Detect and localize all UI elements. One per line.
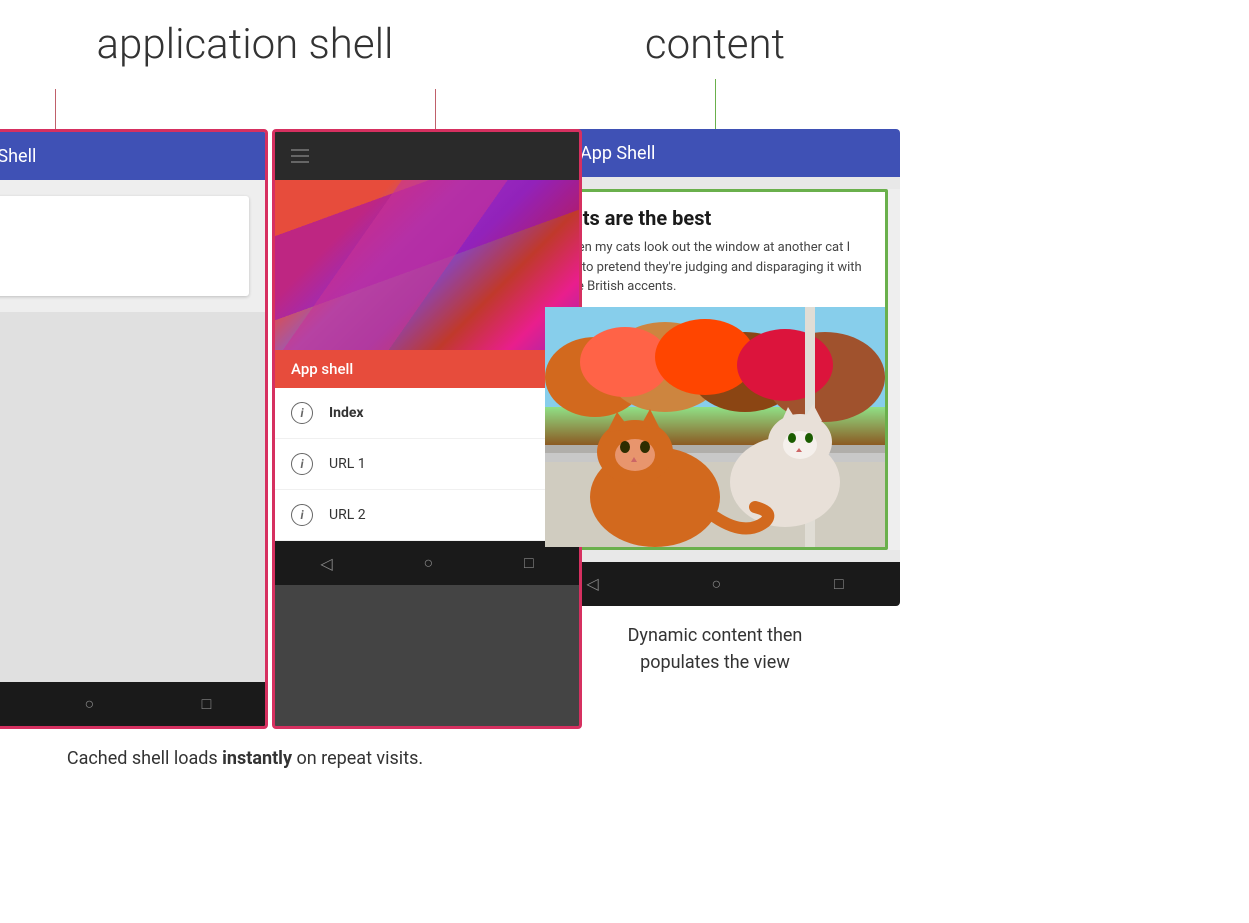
phone1-content [0,180,265,312]
info-icon-1: i [291,453,313,475]
phone3-content: Cats are the best When my cats look out … [530,189,900,550]
left-connector-line [55,89,56,129]
right-caption: Dynamic content then populates the view [628,622,803,676]
right-caption-line1: Dynamic content then [628,625,803,646]
right-header: content [645,20,785,69]
phone1-card [0,196,249,296]
phone1-body [0,312,265,682]
drawer-items: i Index i URL 1 i URL 2 [275,388,579,541]
left-caption: Cached shell loads instantly on repeat v… [67,745,423,772]
caption-bold: instantly [222,748,292,769]
home-btn-2[interactable]: ○ [423,553,433,573]
left-section: application shell App Shell [30,20,460,772]
phone-2: App shell i Index i URL 1 i URL 2 [272,129,582,729]
content-box-green: Cats are the best When my cats look out … [542,189,888,550]
article-title: Cats are the best [545,192,885,238]
phones-group: App Shell ◁ ○ □ [0,129,582,729]
phone3-nav: ◁ ○ □ [530,562,900,606]
phone3-appbar: App Shell [530,129,900,177]
middle-connector-line [435,89,436,129]
back-btn-2[interactable]: ◁ [320,554,332,573]
phone1-title: App Shell [0,146,36,167]
drawer-item-2[interactable]: i URL 2 [275,490,579,541]
recent-btn-3[interactable]: □ [834,574,844,594]
back-btn-3[interactable]: ◁ [586,574,598,593]
phone-1: App Shell ◁ ○ □ [0,129,268,729]
phone2-nav: ◁ ○ □ [275,541,579,585]
colorful-header [275,180,579,350]
info-icon-0: i [291,402,313,424]
caption-prefix: Cached shell loads [67,748,222,769]
drawer-item-label-0: Index [329,405,364,421]
left-header: application shell [97,20,394,69]
article-body: When my cats look out the window at anot… [545,238,885,307]
hamburger-icon-2 [291,149,309,163]
phone1-nav: ◁ ○ □ [0,682,265,726]
drawer-label: App shell [275,350,579,388]
right-caption-line2: populates the view [640,652,790,673]
recent-btn-2[interactable]: □ [524,553,534,573]
home-btn-3[interactable]: ○ [711,574,721,594]
cat-image [545,307,885,547]
info-icon-2: i [291,504,313,526]
home-btn[interactable]: ○ [84,694,94,714]
right-connector-line [715,79,716,129]
phone1-appbar: App Shell [0,132,265,180]
drawer-item-label-2: URL 2 [329,507,366,523]
phone-3: App Shell Cats are the best When my cats… [530,129,900,606]
phone2-appbar-dark [275,132,579,180]
drawer-item-0[interactable]: i Index [275,388,579,439]
caption-suffix: on repeat visits. [292,748,423,769]
drawer-item-label-1: URL 1 [329,456,366,472]
drawer-item-1[interactable]: i URL 1 [275,439,579,490]
phone3-title: App Shell [580,143,655,164]
recent-btn[interactable]: □ [202,694,212,714]
